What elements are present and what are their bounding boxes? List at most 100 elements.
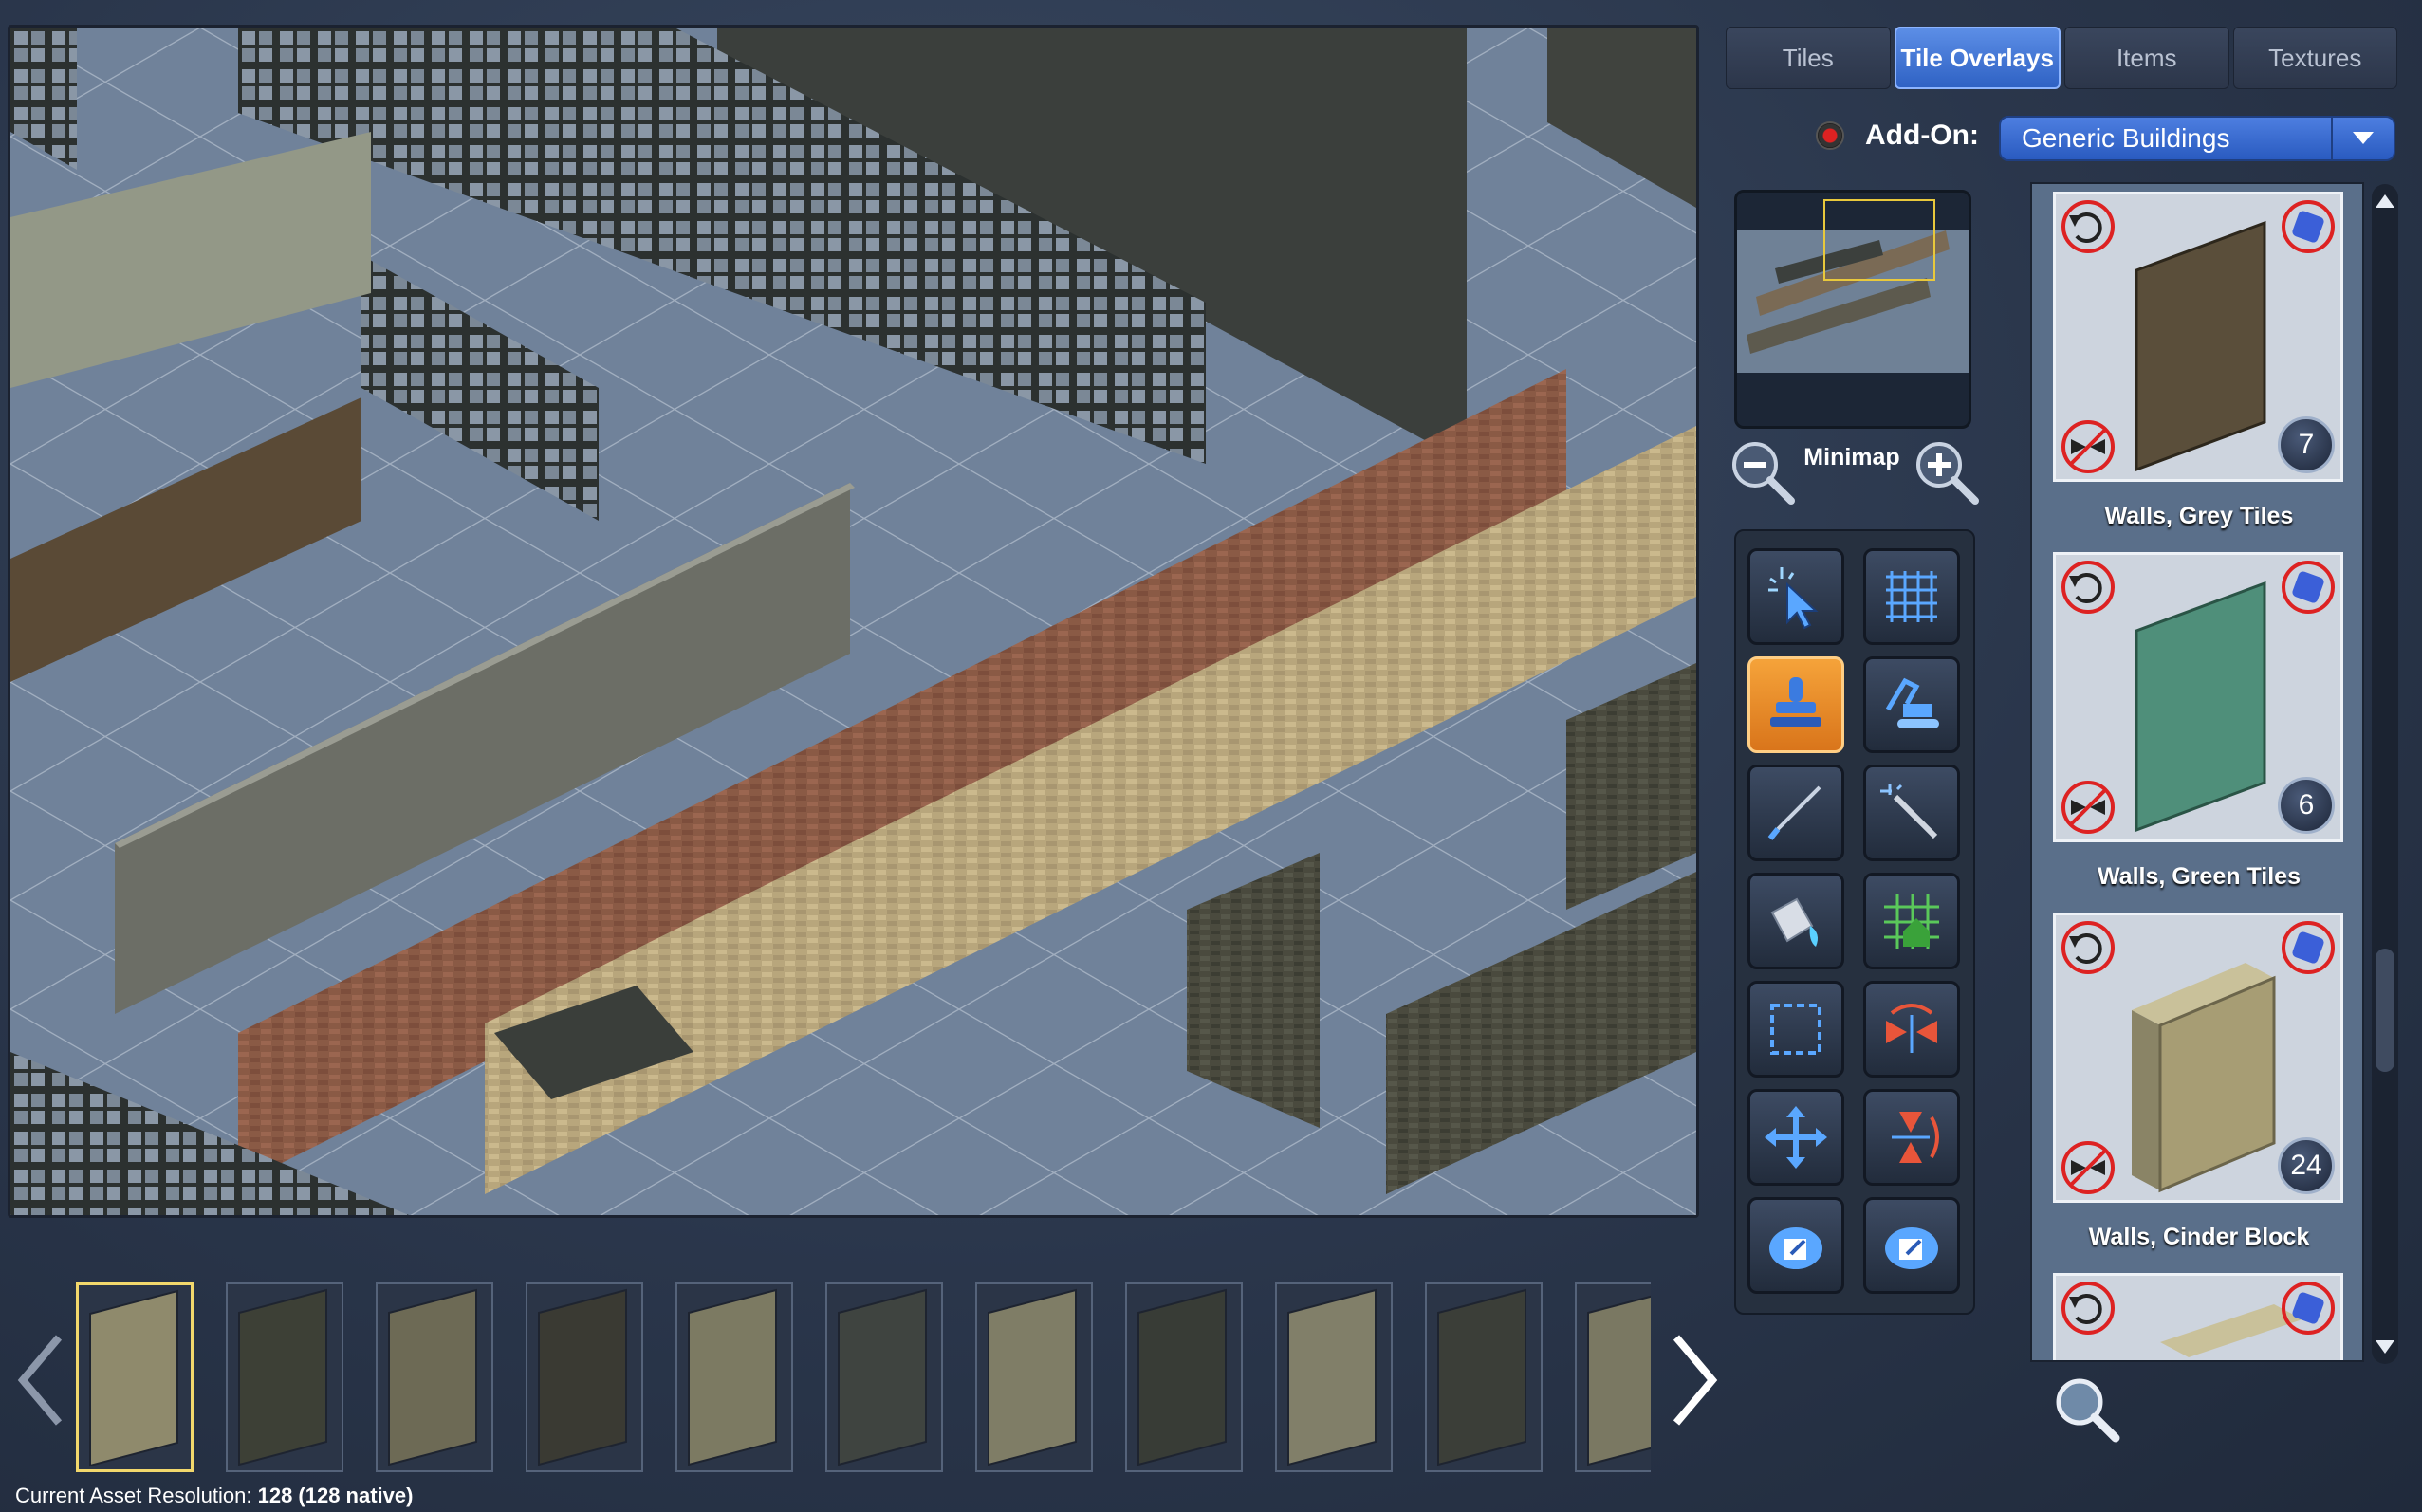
mirror-icon[interactable] bbox=[2060, 779, 2117, 836]
tab-tiles[interactable]: Tiles bbox=[1726, 27, 1891, 89]
wall-thumbnail-icon bbox=[838, 1288, 927, 1466]
addon-dropdown[interactable]: Generic Buildings bbox=[1999, 116, 2395, 161]
zoom-in-icon bbox=[1916, 442, 1979, 505]
pointer-sparkle-icon bbox=[1768, 567, 1819, 630]
cloud-import-icon bbox=[1769, 1227, 1822, 1269]
brush-icon bbox=[1767, 785, 1821, 840]
grid-house-icon bbox=[1884, 894, 1939, 949]
random-dice-icon[interactable] bbox=[2280, 198, 2337, 255]
asset-thumbnail[interactable] bbox=[825, 1282, 943, 1472]
rotate-icon[interactable] bbox=[2060, 1280, 2117, 1337]
minimap[interactable] bbox=[1734, 190, 1971, 429]
marquee-tool[interactable] bbox=[1747, 981, 1844, 1078]
tab-tile-overlays[interactable]: Tile Overlays bbox=[1894, 27, 2061, 89]
random-dice-icon[interactable] bbox=[2280, 559, 2337, 616]
search-icon[interactable] bbox=[2049, 1372, 2125, 1447]
addon-status-led-icon bbox=[1816, 121, 1844, 150]
addon-label: Add-On: bbox=[1865, 120, 1979, 151]
strip-next-arrow-icon[interactable] bbox=[1665, 1328, 1722, 1432]
asset-thumbnail-strip[interactable] bbox=[76, 1281, 1651, 1478]
export-tool[interactable] bbox=[1863, 1197, 1960, 1294]
wall-thumbnail-icon bbox=[388, 1288, 477, 1466]
rotate-icon[interactable] bbox=[2060, 198, 2117, 255]
cloud-export-icon bbox=[1885, 1227, 1938, 1269]
brush-tool[interactable] bbox=[1747, 765, 1844, 861]
random-dice-icon[interactable] bbox=[2280, 919, 2337, 976]
asset-thumbnail[interactable] bbox=[1275, 1282, 1393, 1472]
move-arrows-icon bbox=[1765, 1106, 1827, 1169]
zoom-out-button[interactable] bbox=[1727, 436, 1799, 508]
select-tool[interactable] bbox=[1747, 548, 1844, 645]
wall-thumbnail-icon bbox=[538, 1288, 627, 1466]
excavator-icon bbox=[1885, 677, 1939, 728]
mirror-icon[interactable] bbox=[2060, 1139, 2117, 1196]
zoom-out-icon bbox=[1732, 442, 1795, 505]
tool-palette bbox=[1734, 529, 1975, 1315]
asset-card-partial[interactable] bbox=[2053, 1273, 2343, 1360]
fill-tool[interactable] bbox=[1747, 873, 1844, 969]
isometric-map-canvas[interactable] bbox=[10, 28, 1696, 1215]
wall-thumbnail-icon bbox=[1437, 1288, 1526, 1466]
asset-thumbnail[interactable] bbox=[1575, 1282, 1651, 1472]
scroll-thumb[interactable] bbox=[2376, 949, 2394, 1072]
asset-thumbnail[interactable] bbox=[376, 1282, 493, 1472]
bulldozer-tool[interactable] bbox=[1863, 656, 1960, 753]
import-tool[interactable] bbox=[1747, 1197, 1844, 1294]
grid-icon bbox=[1886, 571, 1937, 622]
variant-count-badge: 24 bbox=[2278, 1137, 2335, 1194]
mirror-icon[interactable] bbox=[2060, 418, 2117, 475]
wall-thumbnail-icon bbox=[1287, 1288, 1377, 1466]
flip-horizontal-icon bbox=[1886, 1004, 1937, 1053]
flip-vertical-icon bbox=[1892, 1112, 1939, 1163]
chevron-down-icon[interactable] bbox=[2331, 118, 2394, 159]
rotate-icon[interactable] bbox=[2060, 559, 2117, 616]
variant-count-badge: 6 bbox=[2278, 777, 2335, 834]
wall-thumbnail-icon bbox=[1137, 1288, 1227, 1466]
wall-thumbnail-icon bbox=[688, 1288, 777, 1466]
magic-wand-tool[interactable] bbox=[1863, 765, 1960, 861]
asset-card-walls-grey-tiles[interactable]: 7 bbox=[2053, 192, 2343, 482]
asset-thumbnail[interactable] bbox=[526, 1282, 643, 1472]
map-viewport[interactable] bbox=[8, 25, 1699, 1218]
move-tool[interactable] bbox=[1747, 1089, 1844, 1186]
wall-thumbnail-icon bbox=[238, 1288, 327, 1466]
status-value: 128 (128 native) bbox=[257, 1484, 414, 1507]
asset-list-scrollbar[interactable] bbox=[2372, 184, 2398, 1364]
grid-house-tool[interactable] bbox=[1863, 873, 1960, 969]
stamp-icon bbox=[1770, 677, 1821, 727]
category-tabs: Tiles Tile Overlays Items Textures bbox=[1726, 27, 2397, 89]
asset-thumbnail[interactable] bbox=[975, 1282, 1093, 1472]
asset-name: Walls, Grey Tiles bbox=[2104, 503, 2294, 529]
grid-tool[interactable] bbox=[1863, 548, 1960, 645]
flip-horizontal-tool[interactable] bbox=[1863, 981, 1960, 1078]
magic-wand-icon bbox=[1880, 784, 1938, 839]
tab-items[interactable]: Items bbox=[2064, 27, 2229, 89]
asset-thumbnail[interactable] bbox=[1125, 1282, 1243, 1472]
zoom-in-button[interactable] bbox=[1911, 436, 1983, 508]
scroll-up-icon bbox=[2376, 194, 2394, 208]
asset-list[interactable]: 7 Walls, Grey Tiles 6 Walls, Green Tiles bbox=[2030, 182, 2364, 1362]
asset-thumbnail[interactable] bbox=[76, 1282, 194, 1472]
random-dice-icon[interactable] bbox=[2280, 1280, 2337, 1337]
stamp-tool[interactable] bbox=[1747, 656, 1844, 753]
tab-textures[interactable]: Textures bbox=[2232, 27, 2397, 89]
status-label: Current Asset Resolution: bbox=[15, 1484, 252, 1507]
wall-thumbnail-icon bbox=[1587, 1295, 1651, 1466]
status-bar: Current Asset Resolution: 128 (128 nativ… bbox=[15, 1484, 413, 1508]
marquee-icon bbox=[1770, 1004, 1821, 1055]
wall-thumbnail-icon bbox=[89, 1289, 178, 1467]
asset-thumbnail[interactable] bbox=[226, 1282, 343, 1472]
variant-count-badge: 7 bbox=[2278, 416, 2335, 473]
wall-thumbnail-icon bbox=[988, 1288, 1077, 1466]
scroll-down-icon bbox=[2376, 1340, 2394, 1354]
rotate-icon[interactable] bbox=[2060, 919, 2117, 976]
addon-row: Add-On: bbox=[1816, 112, 1979, 159]
flip-vertical-tool[interactable] bbox=[1863, 1089, 1960, 1186]
asset-name: Walls, Green Tiles bbox=[2098, 863, 2301, 890]
strip-prev-arrow-icon[interactable] bbox=[13, 1328, 70, 1432]
minimap-label: Minimap bbox=[1803, 444, 1900, 470]
asset-thumbnail[interactable] bbox=[675, 1282, 793, 1472]
asset-card-walls-green-tiles[interactable]: 6 bbox=[2053, 552, 2343, 842]
asset-card-walls-cinder-block[interactable]: 24 bbox=[2053, 913, 2343, 1203]
asset-thumbnail[interactable] bbox=[1425, 1282, 1543, 1472]
